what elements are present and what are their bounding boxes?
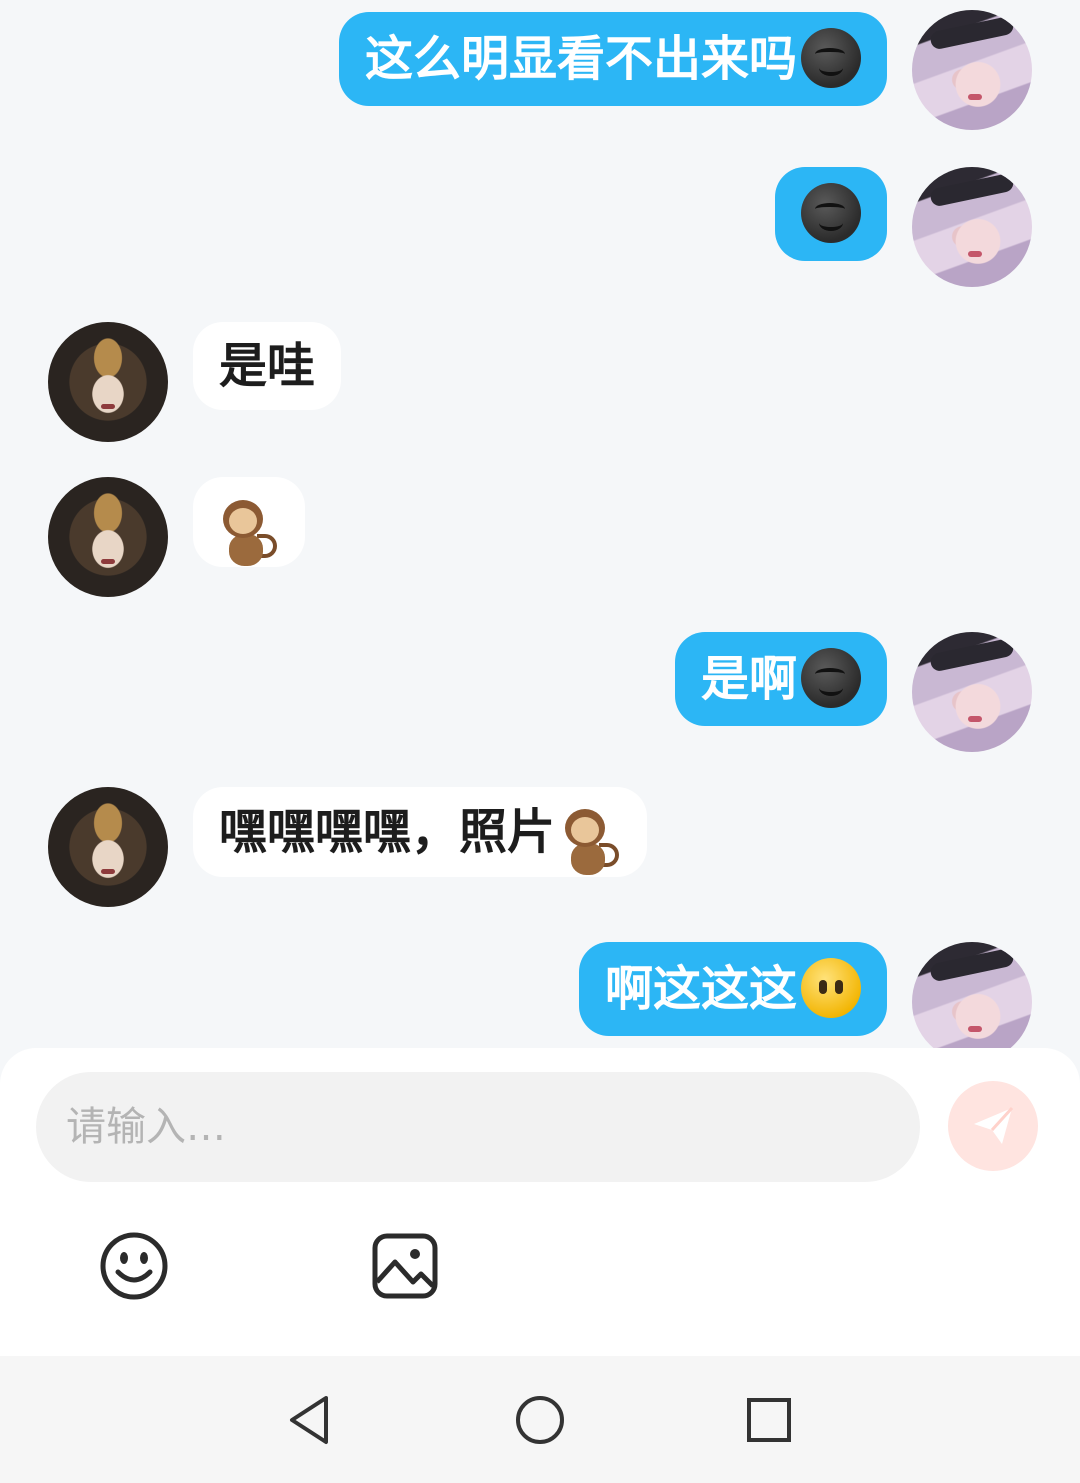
message-text: 是啊 — [700, 651, 797, 707]
my-avatar[interactable] — [912, 632, 1032, 752]
message-bubble-received[interactable]: 是哇 — [193, 322, 342, 410]
recents-button[interactable] — [741, 1392, 797, 1448]
contact-avatar[interactable] — [48, 322, 168, 442]
message-text: 这么明显看不出来吗 — [364, 31, 797, 87]
message-bubble-received[interactable]: 嘿嘿嘿嘿，照片 — [193, 787, 648, 877]
home-button[interactable] — [512, 1392, 568, 1448]
image-button[interactable] — [369, 1230, 441, 1302]
message-text: 啊这这这 — [604, 961, 797, 1017]
monkey-icon — [559, 809, 621, 875]
my-avatar[interactable] — [912, 167, 1032, 287]
input-panel — [0, 1048, 1080, 1356]
message-text: 嘿嘿嘿嘿，照片 — [219, 804, 556, 860]
image-icon — [372, 1233, 438, 1299]
message-input[interactable] — [36, 1072, 920, 1182]
system-navigation-bar — [0, 1356, 1080, 1483]
message-bubble-sent[interactable]: 是啊 — [674, 632, 887, 726]
contact-avatar[interactable] — [48, 477, 168, 597]
message-input-container[interactable] — [36, 1072, 920, 1182]
chat-message-list[interactable]: 这么明显看不出来吗 是哇 是啊 嘿嘿嘿嘿，照片 啊这这这 — [0, 0, 1080, 1048]
send-button[interactable] — [948, 1081, 1038, 1171]
smiley-icon — [100, 1232, 168, 1300]
my-avatar[interactable] — [912, 942, 1032, 1048]
message-bubble-received[interactable] — [193, 477, 305, 567]
dark-moon-face-icon — [801, 183, 861, 243]
paper-plane-icon — [974, 1106, 1014, 1144]
message-bubble-sent[interactable] — [775, 167, 887, 261]
message-text: 是哇 — [219, 338, 316, 394]
back-button[interactable] — [282, 1392, 338, 1448]
emoji-button[interactable] — [98, 1230, 170, 1302]
dark-moon-face-icon — [801, 648, 861, 708]
triangle-back-icon — [290, 1396, 328, 1444]
monkey-icon — [217, 500, 279, 570]
contact-avatar[interactable] — [48, 787, 168, 907]
circle-home-icon — [516, 1396, 564, 1444]
square-recents-icon — [747, 1398, 791, 1442]
message-bubble-sent[interactable]: 啊这这这 — [578, 942, 887, 1036]
message-bubble-sent[interactable]: 这么明显看不出来吗 — [338, 12, 887, 106]
dark-moon-face-icon — [801, 28, 861, 88]
face-without-mouth-icon — [801, 958, 861, 1018]
my-avatar[interactable] — [912, 10, 1032, 130]
